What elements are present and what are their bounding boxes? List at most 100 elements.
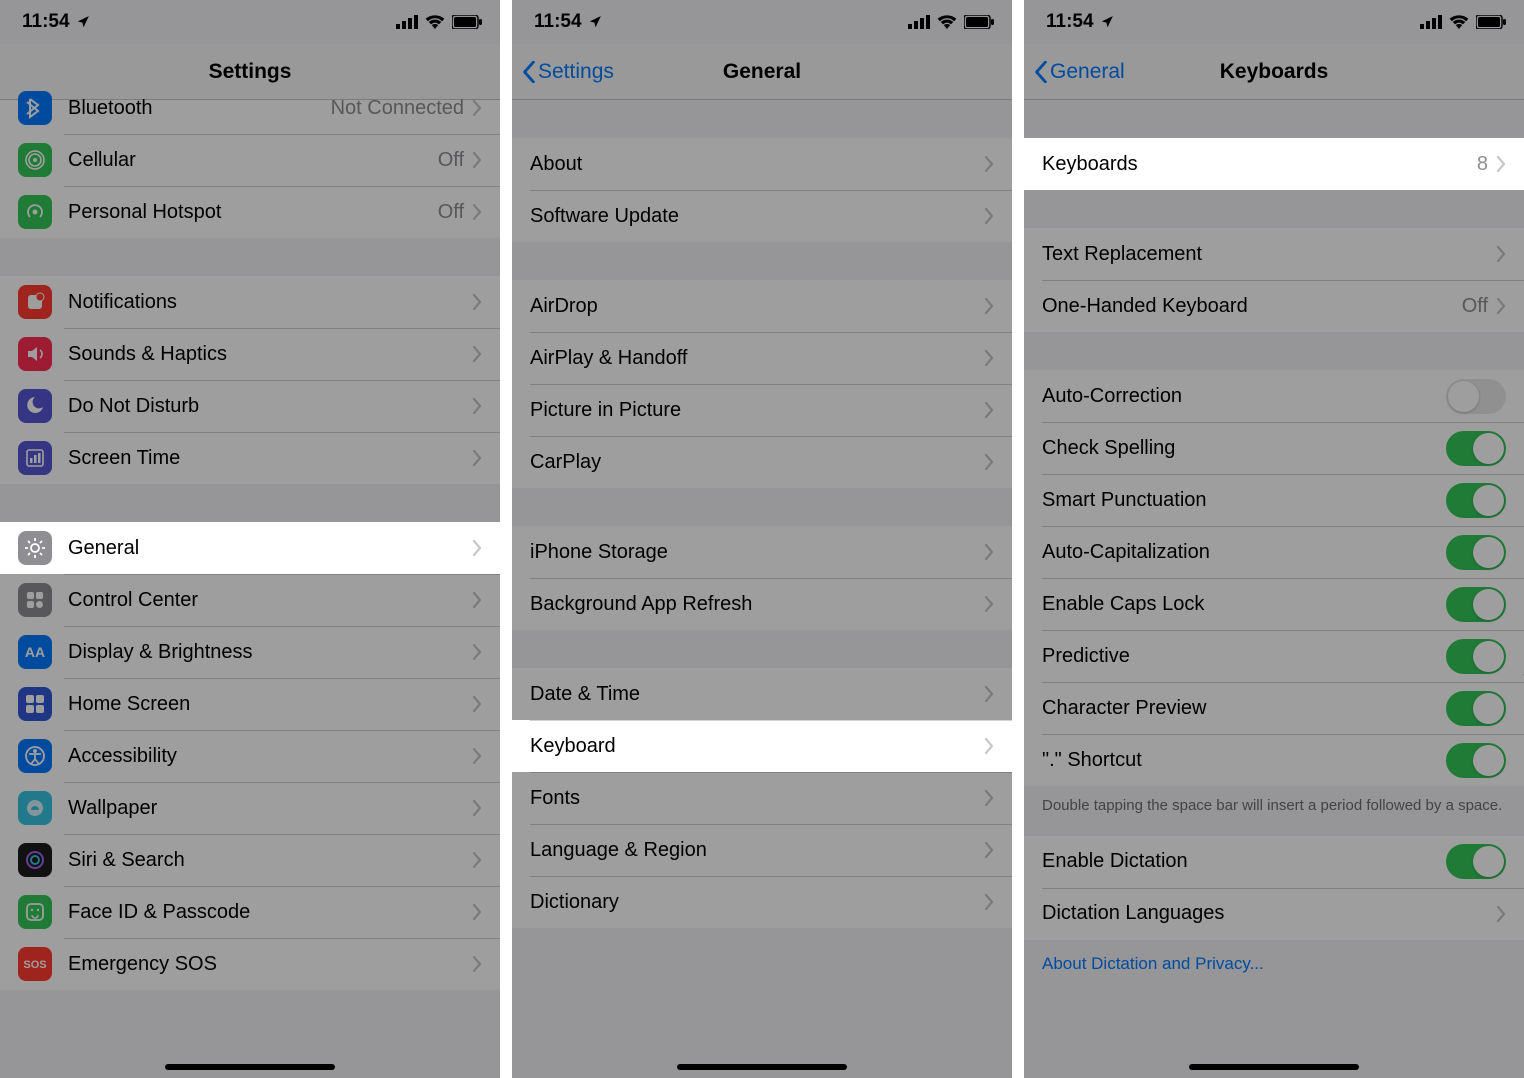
back-button[interactable]: General — [1034, 60, 1125, 84]
dictation-privacy-link[interactable]: About Dictation and Privacy... — [1024, 940, 1524, 974]
chevron-right-icon — [472, 592, 482, 608]
svg-text:SOS: SOS — [23, 959, 46, 971]
chevron-right-icon — [472, 644, 482, 660]
svg-text:AA: AA — [25, 644, 45, 660]
list-row[interactable]: AirDrop — [512, 280, 1012, 332]
list-row[interactable]: Software Update — [512, 190, 1012, 242]
list-row[interactable]: Dictation Languages — [1024, 888, 1524, 940]
list-row[interactable]: Fonts — [512, 772, 1012, 824]
home-indicator[interactable] — [1189, 1064, 1359, 1070]
chevron-right-icon — [984, 350, 994, 366]
battery-icon — [452, 15, 482, 29]
row-detail: Not Connected — [331, 97, 464, 120]
status-bar: 11:54 — [512, 0, 1012, 44]
wallpaper-icon — [18, 791, 52, 825]
row-label: Bluetooth — [68, 97, 331, 120]
status-time: 11:54 — [1046, 11, 1114, 33]
general-list: AboutSoftware Update AirDropAirPlay & Han… — [512, 100, 1012, 928]
list-row[interactable]: Date & Time — [512, 668, 1012, 720]
phone-general: 11:54 Settings General AboutSoftware Upd… — [512, 0, 1012, 1078]
chevron-right-icon — [472, 904, 482, 920]
list-row[interactable]: Notifications — [0, 276, 500, 328]
list-row[interactable]: One-Handed KeyboardOff — [1024, 280, 1524, 332]
toggle-switch[interactable] — [1446, 844, 1506, 879]
settings-list: BluetoothNot ConnectedCellularOffPersona… — [0, 82, 500, 990]
list-row[interactable]: Language & Region — [512, 824, 1012, 876]
row-label: Smart Punctuation — [1042, 489, 1446, 512]
chevron-right-icon — [472, 800, 482, 816]
list-row[interactable]: AirPlay & Handoff — [512, 332, 1012, 384]
time-label: 11:54 — [22, 11, 70, 33]
list-row[interactable]: CarPlay — [512, 436, 1012, 488]
signal-icon — [1420, 15, 1442, 29]
list-row[interactable]: General — [0, 522, 500, 574]
bluetooth-icon — [18, 91, 52, 125]
toggle-switch[interactable] — [1446, 483, 1506, 518]
nav-title: Settings — [0, 60, 500, 84]
wifi-icon — [937, 15, 957, 29]
home-indicator[interactable] — [677, 1064, 847, 1070]
time-label: 11:54 — [1046, 11, 1094, 33]
toggle-switch[interactable] — [1446, 379, 1506, 414]
list-row[interactable]: Siri & Search — [0, 834, 500, 886]
home-indicator[interactable] — [165, 1064, 335, 1070]
back-label: Settings — [538, 60, 614, 84]
list-row[interactable]: Home Screen — [0, 678, 500, 730]
dnd-icon — [18, 389, 52, 423]
row-label: Date & Time — [530, 683, 984, 706]
row-label: Character Preview — [1042, 697, 1446, 720]
toggle-switch[interactable] — [1446, 587, 1506, 622]
siri-icon — [18, 843, 52, 877]
navbar: General Keyboards — [1024, 44, 1524, 100]
list-row[interactable]: Accessibility — [0, 730, 500, 782]
toggle-switch[interactable] — [1446, 691, 1506, 726]
row-label: iPhone Storage — [530, 541, 984, 564]
back-button[interactable]: Settings — [522, 60, 614, 84]
wifi-icon — [1449, 15, 1469, 29]
list-row[interactable]: Picture in Picture — [512, 384, 1012, 436]
list-row[interactable]: AADisplay & Brightness — [0, 626, 500, 678]
list-row[interactable]: About — [512, 138, 1012, 190]
row-detail: 8 — [1477, 153, 1488, 176]
faceid-icon — [18, 895, 52, 929]
list-row[interactable]: Keyboard — [512, 720, 1012, 772]
list-row[interactable]: Sounds & Haptics — [0, 328, 500, 380]
toggle-switch[interactable] — [1446, 743, 1506, 778]
row-label: Wallpaper — [68, 797, 472, 820]
list-row[interactable]: Text Replacement — [1024, 228, 1524, 280]
location-icon — [76, 15, 90, 29]
list-row[interactable]: Background App Refresh — [512, 578, 1012, 630]
list-row[interactable]: Screen Time — [0, 432, 500, 484]
battery-icon — [1476, 15, 1506, 29]
list-row[interactable]: SOSEmergency SOS — [0, 938, 500, 990]
list-row[interactable]: Dictionary — [512, 876, 1012, 928]
status-bar: 11:54 — [1024, 0, 1524, 44]
row-label: Dictionary — [530, 891, 984, 914]
list-row[interactable]: BluetoothNot Connected — [0, 82, 500, 134]
toggle-switch[interactable] — [1446, 639, 1506, 674]
list-row[interactable]: Personal HotspotOff — [0, 186, 500, 238]
chevron-right-icon — [984, 156, 994, 172]
row-label: General — [68, 537, 472, 560]
list-row: "." Shortcut — [1024, 734, 1524, 786]
list-row[interactable]: Keyboards8 — [1024, 138, 1524, 190]
phone-settings: 11:54 Settings BluetoothNot ConnectedCel… — [0, 0, 500, 1078]
battery-icon — [964, 15, 994, 29]
chevron-right-icon — [984, 596, 994, 612]
list-row[interactable]: Control Center — [0, 574, 500, 626]
display-icon: AA — [18, 635, 52, 669]
list-row[interactable]: Face ID & Passcode — [0, 886, 500, 938]
list-row: Predictive — [1024, 630, 1524, 682]
list-row[interactable]: Wallpaper — [0, 782, 500, 834]
row-label: Screen Time — [68, 447, 472, 470]
list-row[interactable]: Do Not Disturb — [0, 380, 500, 432]
toggle-switch[interactable] — [1446, 431, 1506, 466]
list-row: Character Preview — [1024, 682, 1524, 734]
chevron-right-icon — [472, 956, 482, 972]
list-row[interactable]: CellularOff — [0, 134, 500, 186]
toggle-switch[interactable] — [1446, 535, 1506, 570]
signal-icon — [396, 15, 418, 29]
sos-icon: SOS — [18, 947, 52, 981]
list-row[interactable]: iPhone Storage — [512, 526, 1012, 578]
chevron-right-icon — [472, 294, 482, 310]
